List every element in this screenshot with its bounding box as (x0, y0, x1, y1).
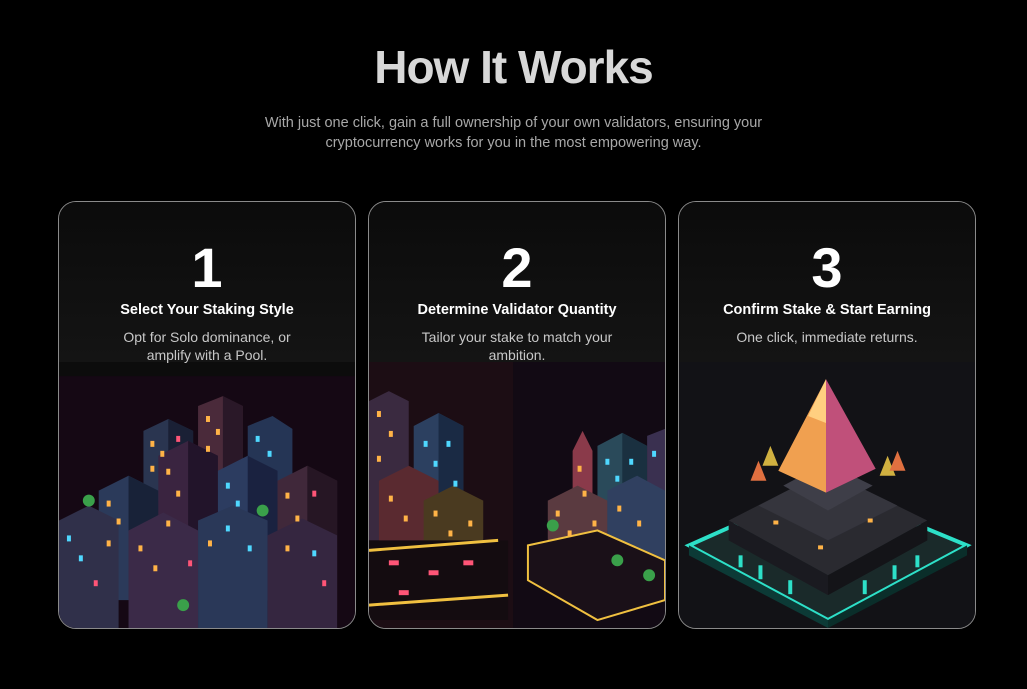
section-subtitle: With just one click, gain a full ownersh… (264, 115, 763, 151)
step-card-3: 3 Confirm Stake & Start Earning One clic… (678, 201, 976, 629)
step-3-title: Confirm Stake & Start Earning (723, 302, 931, 318)
step-3-description: One click, immediate returns. (736, 329, 918, 345)
step-1-number: 1 (191, 236, 223, 299)
step-card-1: 1 Select Your Staking Style Opt for Solo… (58, 201, 356, 629)
section-title: How It Works (374, 41, 654, 93)
step-3-header: 3 Confirm Stake & Start Earning One clic… (679, 202, 975, 362)
step-card-2: 2 Determine Validator Quantity Tailor yo… (368, 201, 666, 629)
step-1-title: Select Your Staking Style (120, 302, 294, 318)
step-1-header: 1 Select Your Staking Style Opt for Solo… (59, 202, 355, 363)
step-1-description: Opt for Solo dominance, or amplify with … (123, 329, 291, 363)
step-2-description: Tailor your stake to match your ambition… (421, 329, 613, 363)
step-3-number: 3 (811, 236, 843, 299)
step-2-header: 2 Determine Validator Quantity Tailor yo… (369, 202, 665, 363)
step-2-number: 2 (501, 236, 533, 299)
step-2-title: Determine Validator Quantity (417, 302, 617, 318)
